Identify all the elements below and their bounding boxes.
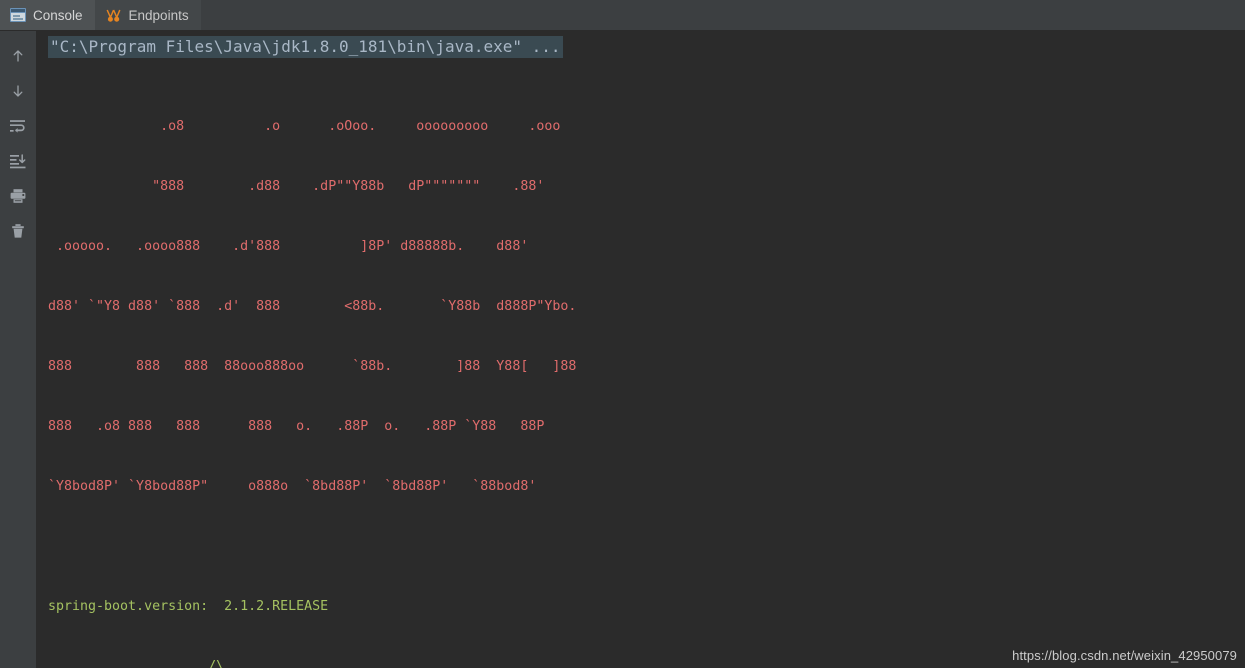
- tab-console[interactable]: Console: [0, 0, 95, 30]
- soft-wrap-icon[interactable]: [5, 113, 31, 139]
- banner-line: d88' `"Y8 d88' `888 .d' 888 <88b. `Y88b …: [48, 299, 577, 314]
- console-output[interactable]: "C:\Program Files\Java\jdk1.8.0_181\bin\…: [36, 31, 1245, 668]
- banner-line: 888 .o8 888 888 888 o. .88P o. .88P `Y88…: [48, 419, 545, 434]
- print-icon[interactable]: [5, 183, 31, 209]
- banner-line: `Y8bod8P' `Y8bod88P" o888o `8bd88P' `8bd…: [48, 479, 537, 494]
- version-block: spring-boot.version: 2.1.2.RELEASE /\ ||…: [36, 557, 1245, 668]
- banner-block: .o8 .o .oOoo. ooooooooo .ooo "888 .d88 .…: [36, 77, 1245, 537]
- trash-icon[interactable]: [5, 218, 31, 244]
- console-toolbar: [0, 31, 36, 668]
- banner-line: .o8 .o .oOoo. ooooooooo .ooo: [48, 119, 561, 134]
- banner-line: "888 .d88 .dP""Y88b dP""""""" .88': [48, 179, 545, 194]
- tab-bar: Console Endpoints: [0, 0, 1245, 31]
- tab-bar-filler: [200, 0, 1245, 30]
- console-window-icon: [10, 8, 26, 22]
- scroll-to-end-icon[interactable]: [5, 148, 31, 174]
- tab-endpoints[interactable]: Endpoints: [94, 0, 201, 30]
- banner-line: 888 888 888 88ooo888oo `88b. ]88 Y88[ ]8…: [48, 359, 577, 374]
- command-line-text: "C:\Program Files\Java\jdk1.8.0_181\bin\…: [48, 36, 563, 58]
- spring-boot-version-line: spring-boot.version: 2.1.2.RELEASE: [48, 599, 329, 614]
- tab-endpoints-label: Endpoints: [128, 7, 189, 23]
- up-arrow-icon[interactable]: [5, 43, 31, 69]
- spring-actuator-icon: [105, 8, 122, 23]
- console-tool-window: Console Endpoints "C:\Program Files\Java…: [0, 0, 1245, 668]
- main-area: "C:\Program Files\Java\jdk1.8.0_181\bin\…: [0, 31, 1245, 668]
- banner-line: .ooooo. .oooo888 .d'888 ]8P' d88888b. d8…: [48, 239, 529, 254]
- tab-console-label: Console: [33, 7, 83, 23]
- arrow-line: /\: [48, 659, 225, 668]
- down-arrow-icon[interactable]: [5, 78, 31, 104]
- command-line: "C:\Program Files\Java\jdk1.8.0_181\bin\…: [36, 36, 1245, 58]
